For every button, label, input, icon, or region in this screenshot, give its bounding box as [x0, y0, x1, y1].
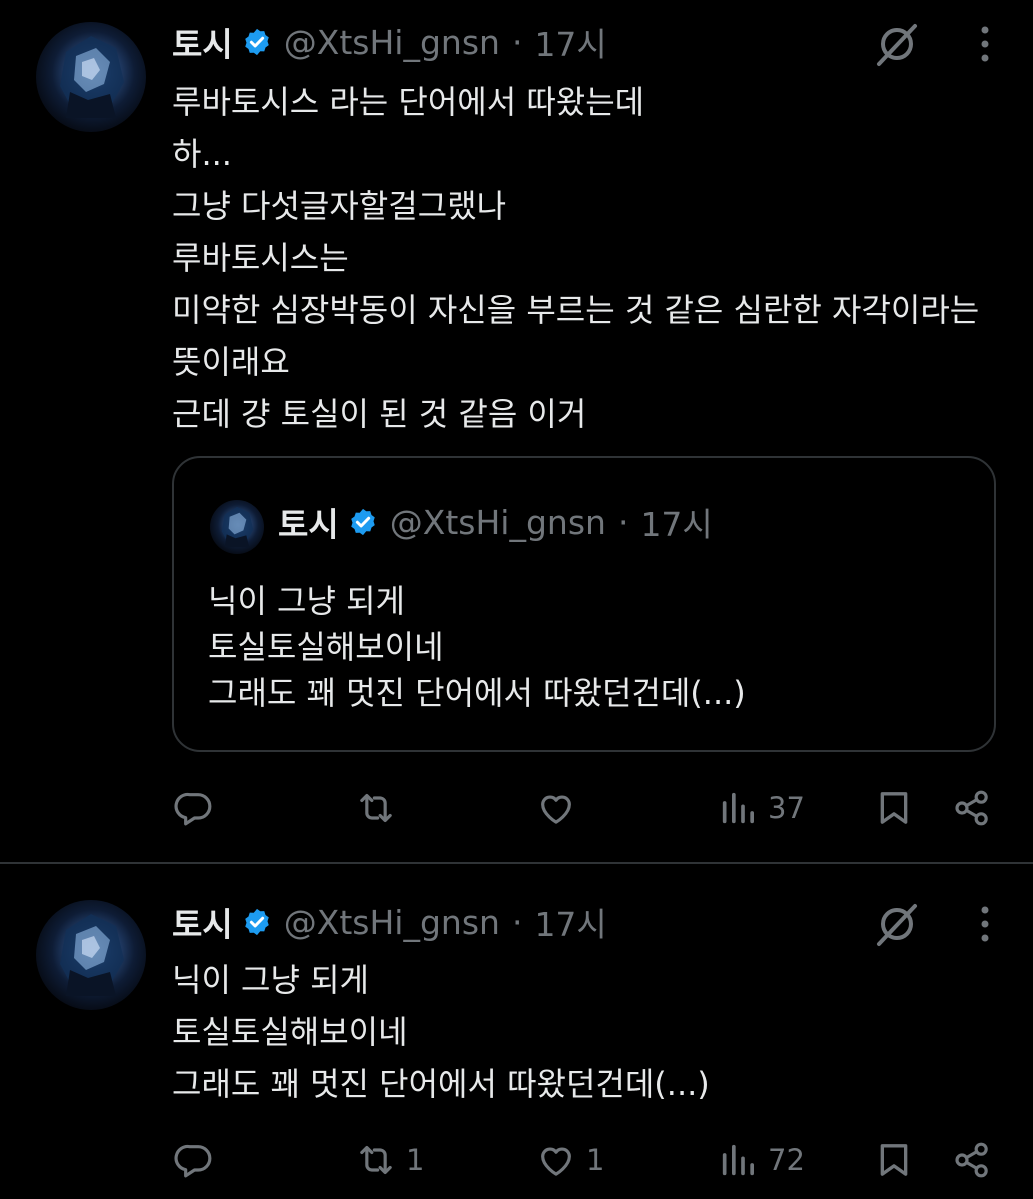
reply-icon [174, 1144, 212, 1178]
tweet-text: 루바토시스 라는 단어에서 따왔는데 하... 그냥 다섯글자할걸그랬나 루바토… [172, 76, 979, 440]
views-icon [722, 1144, 754, 1176]
quoted-header: 토시 @XtsHi_gnsn · 17시 [278, 502, 713, 545]
tweet-text-line: 루바토시스 라는 단어에서 따왔는데 [172, 83, 645, 121]
author-name[interactable]: 토시 [172, 898, 233, 946]
action-bar: 1 1 72 [172, 1130, 1002, 1190]
verified-badge-icon [242, 907, 272, 937]
repost-icon [360, 793, 392, 823]
bookmark-button[interactable] [874, 1130, 914, 1190]
bookmark-button[interactable] [874, 778, 914, 838]
views-button[interactable]: 72 [718, 1130, 805, 1190]
quoted-author-handle: @XtsHi_gnsn [389, 502, 606, 542]
grok-icon[interactable] [873, 900, 921, 948]
more-options-icon[interactable] [977, 904, 993, 944]
quoted-avatar[interactable] [210, 500, 264, 554]
like-button[interactable]: 1 [536, 1130, 604, 1190]
quoted-text-line: 그래도 꽤 멋진 단어에서 따왔던건데(...) [208, 674, 746, 712]
repost-button[interactable] [356, 778, 406, 838]
bookmark-icon [880, 792, 908, 824]
avatar-image [60, 36, 124, 118]
like-icon [541, 1147, 571, 1176]
tweet-text: 닉이 그냥 되게 토실토실해보이네 그래도 꽤 멋진 단어에서 따왔던건데(..… [172, 954, 710, 1110]
author-handle[interactable]: @XtsHi_gnsn [284, 23, 500, 62]
separator-dot: · [511, 902, 523, 942]
tweet-text-line: 근데 걍 토실이 된 것 같음 이거 [172, 395, 587, 433]
quoted-text: 닉이 그냥 되게 토실토실해보이네 그래도 꽤 멋진 단어에서 따왔던건데(..… [208, 578, 746, 716]
like-icon [541, 795, 571, 824]
like-button[interactable] [536, 778, 586, 838]
quoted-author-name: 토시 [278, 505, 339, 544]
quoted-time: 17시 [640, 505, 713, 544]
verified-badge-icon [348, 507, 378, 537]
share-icon [955, 1142, 988, 1178]
tweet-text-line: 그래도 꽤 멋진 단어에서 따왔던건데(...) [172, 1065, 710, 1103]
avatar-image [221, 506, 254, 548]
avatar[interactable] [36, 900, 146, 1010]
like-count: 1 [586, 1143, 605, 1177]
author-handle[interactable]: @XtsHi_gnsn [284, 903, 500, 942]
tweet-text-line: 하... [172, 135, 232, 173]
grok-icon[interactable] [873, 20, 921, 68]
reply-icon [174, 792, 212, 826]
separator-dot: · [617, 502, 629, 542]
action-bar: 37 [172, 778, 1002, 838]
tweet-text-line: 루바토시스는 [172, 239, 349, 277]
tweet-header: 토시 @XtsHi_gnsn · 17시 [172, 902, 607, 945]
share-button[interactable] [952, 1130, 992, 1190]
more-options-icon[interactable] [977, 24, 993, 64]
quoted-tweet[interactable]: 토시 @XtsHi_gnsn · 17시 닉이 그냥 되게 토실토실해보이네 그… [172, 456, 996, 752]
separator-dot: · [511, 22, 523, 62]
share-icon [955, 790, 988, 826]
repost-count: 1 [406, 1143, 425, 1177]
views-count: 37 [768, 791, 805, 825]
tweet-time[interactable]: 17시 [534, 898, 606, 946]
avatar[interactable] [36, 22, 146, 132]
tweet-text-line: 닉이 그냥 되게 [172, 961, 369, 999]
tweet-text-line: 미약한 심장박동이 자신을 부르는 것 같은 심란한 자각이라는 [172, 291, 980, 329]
repost-button[interactable]: 1 [356, 1130, 424, 1190]
reply-button[interactable] [174, 778, 224, 838]
avatar-image [60, 914, 124, 996]
tweet-time[interactable]: 17시 [534, 18, 606, 66]
tweet-header: 토시 @XtsHi_gnsn · 17시 [172, 22, 607, 65]
tweet-text-line: 토실토실해보이네 [172, 1013, 408, 1051]
quoted-text-line: 닉이 그냥 되게 [208, 582, 405, 620]
bookmark-icon [880, 1144, 908, 1176]
views-button[interactable]: 37 [718, 778, 805, 838]
verified-badge-icon [242, 27, 272, 57]
tweet[interactable]: 토시 @XtsHi_gnsn · 17시 루바토시스 라는 단어에서 따왔는데 … [0, 0, 1033, 862]
views-count: 72 [768, 1143, 805, 1177]
tweet[interactable]: 토시 @XtsHi_gnsn · 17시 닉이 그냥 되게 토실토실해보이네 그… [0, 864, 1033, 1199]
author-name[interactable]: 토시 [172, 18, 233, 66]
views-icon [722, 792, 754, 824]
tweet-text-line: 뜻이래요 [172, 343, 290, 381]
reply-button[interactable] [174, 1130, 224, 1190]
repost-icon [360, 1145, 392, 1175]
quoted-text-line: 토실토실해보이네 [208, 628, 444, 666]
share-button[interactable] [952, 778, 992, 838]
tweet-text-line: 그냥 다섯글자할걸그랬나 [172, 187, 507, 225]
